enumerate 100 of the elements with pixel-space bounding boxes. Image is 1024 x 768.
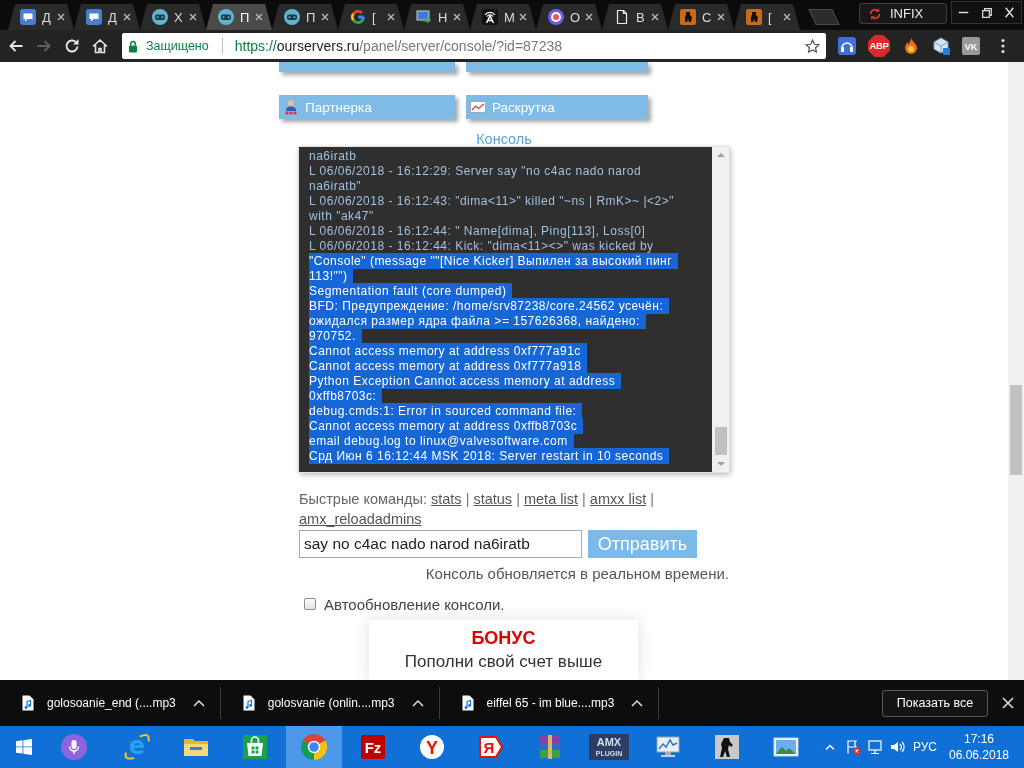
chart-icon [470, 99, 486, 115]
profile-button[interactable]: INFIX [859, 3, 947, 24]
music-file-icon [242, 695, 255, 711]
shopping-bag-icon [241, 733, 269, 761]
bonus-title: БОНУС [471, 628, 536, 648]
console-line: L 06/06/2018 - 16:12:44: " Name[dima], Ping[113], Loss[0] [309, 224, 646, 238]
caret-icon[interactable] [192, 699, 205, 707]
music-file-icon [461, 695, 474, 711]
close-icon[interactable] [1002, 697, 1014, 709]
caret-icon[interactable] [411, 699, 424, 707]
download-name[interactable]: golosvanie (onlin....mp3 [267, 696, 395, 710]
show-all-button[interactable]: Показать все [882, 689, 988, 717]
security-label: Защищено [146, 39, 209, 53]
flag-icon[interactable] [844, 739, 861, 755]
document-icon [614, 9, 630, 25]
letter-circle-icon: Y [418, 733, 446, 761]
close-icon[interactable] [585, 13, 593, 21]
taskbar-button[interactable]: Fz [345, 726, 401, 768]
address-bar[interactable]: Защищено https://ourservers.ru/panel/server/console/?id=87238 [122, 33, 826, 59]
flame-icon[interactable] [902, 37, 920, 55]
quick-commands: Быстрые команды: stats | status | meta list | amxx list | amx_reloadadmins [299, 490, 656, 529]
monitor-arrow-icon [416, 9, 432, 25]
left-arrow-icon[interactable] [8, 38, 24, 54]
caret-icon[interactable] [631, 699, 644, 707]
letter-tag-icon: Я [477, 733, 505, 761]
scrollbar[interactable] [1008, 62, 1024, 680]
browser-tab[interactable]: О [536, 4, 602, 30]
gamepad-icon [218, 9, 234, 25]
console-line: na6iratb" [309, 179, 362, 193]
octagon-icon[interactable]: ABP [868, 35, 890, 57]
bonus-text: Пополни свой счет выше [404, 652, 603, 672]
chrome-logo-icon [300, 733, 328, 761]
command-link[interactable]: amx_reloadadmins [299, 511, 422, 527]
browser-tab[interactable]: Д [8, 4, 74, 30]
headphones-icon[interactable] [838, 37, 856, 55]
browser-tab[interactable]: [ [338, 4, 404, 30]
close-icon[interactable] [57, 13, 65, 21]
lock-icon [128, 39, 138, 53]
taskbar-button[interactable]: Y [404, 726, 460, 768]
realtime-note: Консоль обновляется в реальном времени. [425, 566, 729, 582]
sync-icon [868, 6, 882, 21]
download-name[interactable]: golosoanie_end (....mp3 [47, 696, 176, 710]
clock[interactable]: 17:16 06.06.2018 [951, 731, 1007, 763]
close-icon[interactable] [783, 13, 791, 21]
letter-tile-icon: Fz [359, 733, 387, 761]
url-text[interactable]: https://ourservers.ru/panel/server/console/?id=87238 [234, 38, 562, 54]
console-heading: Консоль [476, 131, 532, 147]
people-icon [283, 99, 299, 115]
soldier-icon [746, 9, 762, 25]
language-indicator[interactable]: РУС [912, 740, 937, 754]
browser-tab[interactable]: Х [140, 4, 206, 30]
microphone-icon [61, 734, 87, 760]
antenna-icon [482, 9, 498, 25]
browser-tab[interactable]: М [470, 4, 536, 30]
close-icon[interactable] [519, 13, 527, 21]
checkbox[interactable] [304, 598, 316, 610]
console-line: L 06/06/2018 - 16:12:29: Server say "no c4ac nado narod [309, 164, 642, 178]
close-icon[interactable] [189, 13, 197, 21]
menu-icon[interactable] [1001, 38, 1005, 54]
chat-bubble-icon [86, 9, 102, 25]
gamepad-icon [152, 9, 168, 25]
close-icon[interactable] [453, 13, 461, 21]
checkbox-label[interactable]: Автообновление консоли. [324, 595, 505, 613]
browser-tab[interactable]: П [272, 4, 338, 30]
windows-logo-icon [16, 739, 32, 755]
console-line: with "ak47" [309, 209, 374, 223]
command-link[interactable]: stats [430, 491, 462, 507]
cube-icon[interactable] [932, 37, 950, 55]
close-icon[interactable] [651, 13, 659, 21]
command-link[interactable]: status [473, 491, 513, 507]
command-link[interactable]: amxx list [589, 491, 647, 507]
browser-tab[interactable]: Н [404, 4, 470, 30]
console-line: L 06/06/2018 - 16:12:44: Kick: "dima<11><>" was kicked by [309, 239, 654, 253]
network-icon[interactable] [866, 739, 883, 755]
g-logo-icon [350, 9, 366, 25]
soldier-icon [713, 733, 741, 761]
reload-icon[interactable] [64, 38, 80, 54]
download-name[interactable]: eiffel 65 - im blue....mp3 [486, 696, 615, 710]
house-icon[interactable] [92, 38, 108, 54]
close-icon[interactable] [123, 13, 131, 21]
command-input[interactable]: say no c4ac nado narod na6iratb [299, 530, 582, 558]
browser-tab[interactable]: Д [74, 4, 140, 30]
speaker-icon[interactable] [888, 739, 905, 755]
taskbar-button[interactable]: Я [463, 726, 519, 768]
target-icon [548, 9, 564, 25]
star-icon[interactable] [805, 38, 820, 54]
browser-tab[interactable]: В [602, 4, 668, 30]
scrollbar[interactable] [712, 147, 729, 472]
browser-tab[interactable]: С [668, 4, 734, 30]
close-icon[interactable] [717, 13, 725, 21]
command-link[interactable]: meta list [523, 491, 578, 507]
browser-tab[interactable]: [ [734, 4, 800, 30]
music-file-icon [22, 695, 34, 711]
soldier-icon [680, 9, 696, 25]
gamepad-icon [284, 9, 300, 25]
browser-tab[interactable]: П [206, 4, 272, 30]
close-icon[interactable] [387, 13, 395, 21]
console-line: L 06/06/2018 - 16:12:43: "dima<11>" killed "~ns | RmK>~ |<2>" [309, 194, 674, 208]
close-icon[interactable] [321, 13, 329, 21]
console-line: na6iratb [309, 149, 357, 163]
